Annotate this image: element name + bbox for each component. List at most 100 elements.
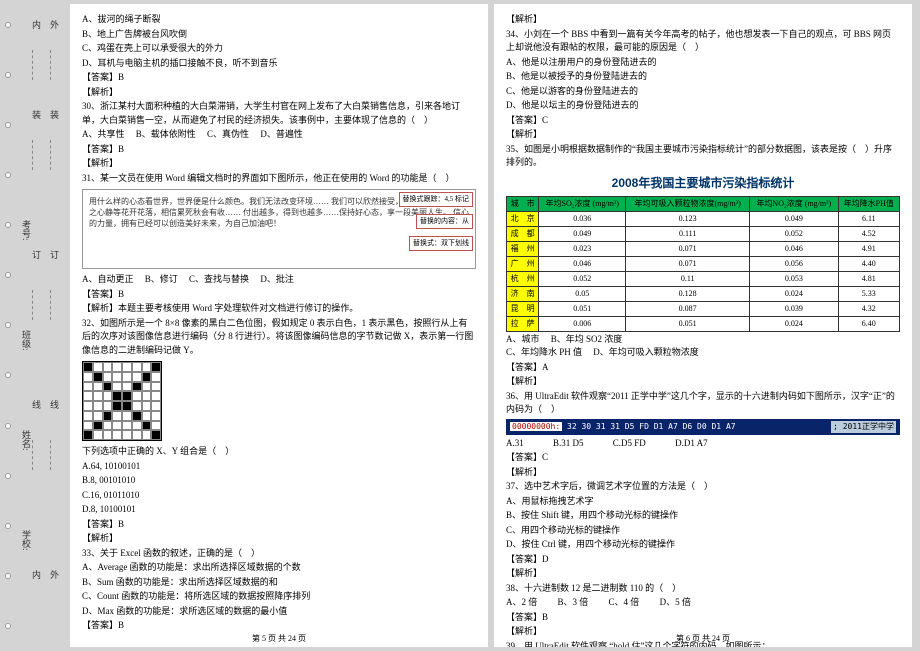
q36-stem: 36、用 UltraEdit 软件观察“2011 正学中学”这几个字，显示的十六… <box>506 390 900 417</box>
cell: 0.039 <box>750 301 839 316</box>
cell: 广 州 <box>507 256 539 271</box>
cell: 0.024 <box>750 316 839 331</box>
col-header: 年均可吸入颗粒物浓度(mg/m³) <box>626 196 750 211</box>
table-row: 昆 明0.0510.0870.0394.32 <box>507 301 900 316</box>
q29-opt-a: A、拔河的绳子断裂 <box>82 13 476 27</box>
q31-d: D、批注 <box>260 274 294 284</box>
q35-d: D、年均可吸入颗粒物浓度 <box>593 347 699 357</box>
q38-c: C、4 倍 <box>609 597 640 607</box>
margin-labels: 外 内 装 装 订 订 考号: 班级: 线 线 姓名: 学校: 外 内 <box>18 0 68 651</box>
table-row: 拉 萨0.0060.0510.0246.40 <box>507 316 900 331</box>
hex-viewer-36: 00000000h: 32 30 31 31 D5 FD D1 A7 D6 D0… <box>506 419 900 435</box>
q30-b: B、载体依附性 <box>136 129 196 139</box>
q35-c: C、年均降水 PH 值 <box>506 347 582 357</box>
q37-c: C、用四个移动光标的键操作 <box>506 524 900 538</box>
callout-3: 替换式：双下划线 <box>409 236 473 251</box>
q31-figure: 用什么样的心态看世界，世界便是什么颜色。我们无法改变环境…… 我们可以欣然接受，… <box>82 189 476 269</box>
q30-answer: 【答案】B <box>82 143 476 157</box>
q36-d: D.D1 A7 <box>675 438 708 448</box>
dash <box>50 440 51 470</box>
dash <box>50 50 51 80</box>
hole <box>5 122 11 128</box>
q29-answer: 【答案】B <box>82 71 476 85</box>
q35-b: B、年均 SO2 浓度 <box>551 334 623 344</box>
q32-stem: 32、如图所示是一个 8×8 像素的黑白二色位图，假如规定 0 表示白色，1 表… <box>82 317 476 358</box>
q29-explain: 【解析】 <box>82 86 476 100</box>
q38-answer: 【答案】B <box>506 611 900 625</box>
cell: 0.071 <box>626 241 750 256</box>
dash <box>50 290 51 320</box>
q30-a: A、共享性 <box>82 129 125 139</box>
hole <box>5 523 11 529</box>
q30-c: C、真伪性 <box>207 129 249 139</box>
cell: 0.052 <box>539 271 626 286</box>
q37-answer: 【答案】D <box>506 553 900 567</box>
cell: 5.33 <box>838 286 899 301</box>
q31-answer: 【答案】B <box>82 288 476 302</box>
q33-a: A、Average 函数的功能是：求出所选择区域数据的个数 <box>82 561 476 575</box>
cell: 0.024 <box>750 286 839 301</box>
q34-stem: 34、小刘在一个 BBS 中看到一篇有关今年高考的帖子，他也想发表一下自己的观点… <box>506 28 900 55</box>
cell: 0.053 <box>750 271 839 286</box>
workspace: 外 内 装 装 订 订 考号: 班级: 线 线 姓名: 学校: 外 内 A <box>0 0 920 651</box>
binding-gutter: 外 内 装 装 订 订 考号: 班级: 线 线 姓名: 学校: 外 内 <box>0 0 70 651</box>
q37-d: D、按住 Ctrl 键，用四个移动光标的键操作 <box>506 538 900 552</box>
q34-a: A、他是以注册用户的身份登陆进去的 <box>506 56 900 70</box>
q38-a: A、2 倍 <box>506 597 537 607</box>
cell: 0.046 <box>750 241 839 256</box>
cell: 4.32 <box>838 301 899 316</box>
zone-outer2: 外 <box>46 570 60 579</box>
hole <box>5 473 11 479</box>
q36-b: B.31 D5 <box>553 438 584 448</box>
q30-d: D、普遍性 <box>260 129 303 139</box>
q34-c: C、他是以游客的身份登陆进去的 <box>506 85 900 99</box>
q30-explain: 【解析】 <box>82 157 476 171</box>
cell: 0.123 <box>626 211 750 226</box>
zone-xian2: 线 <box>28 400 42 409</box>
label-school: 学校: <box>18 530 32 551</box>
q29-opt-d: D、耳机与电脑主机的插口接触不良，听不到音乐 <box>82 57 476 71</box>
label-banji: 班级: <box>18 330 32 351</box>
cell: 杭 州 <box>507 271 539 286</box>
hole <box>5 72 11 78</box>
q37-stem: 37、选中艺术字后，微调艺术字位置的方法是（ ） <box>506 480 900 494</box>
cell: 0.111 <box>626 226 750 241</box>
hole <box>5 272 11 278</box>
hole <box>5 172 11 178</box>
col-header: 年均NO₂浓度 (mg/m³) <box>750 196 839 211</box>
q37-explain: 【解析】 <box>506 567 900 581</box>
col-header: 城 市 <box>507 196 539 211</box>
table-row: 福 州0.0230.0710.0464.91 <box>507 241 900 256</box>
cell: 4.52 <box>838 226 899 241</box>
q31-stem: 31、某一文员在使用 Word 编辑文档时的界面如下图所示，他正在使用的 Wor… <box>82 172 476 186</box>
binding-holes <box>4 0 12 651</box>
q37-a: A、用鼠标拖拽艺术字 <box>506 495 900 509</box>
hole <box>5 372 11 378</box>
pixel-grid <box>82 361 162 441</box>
q29-opt-c: C、鸡蛋在壳上可以承受很大的外力 <box>82 42 476 56</box>
cell: 0.049 <box>750 211 839 226</box>
hex-bytes: 32 30 31 31 D5 FD D1 A7 D6 D0 D1 A7 <box>567 422 736 431</box>
dash <box>50 140 51 170</box>
cell: 0.046 <box>539 256 626 271</box>
page-5: A、拔河的绳子断裂 B、地上广告牌被台风吹倒 C、鸡蛋在壳上可以承受很大的外力 … <box>70 4 488 647</box>
q32-sub: 下列选项中正确的 X、Y 组合是（ ） <box>82 445 476 459</box>
q36-opts: A.31 B.31 D5 C.D5 FD D.D1 A7 <box>506 437 900 451</box>
q36-explain: 【解析】 <box>506 466 900 480</box>
q38-d: D、5 倍 <box>660 597 691 607</box>
q35-explain: 【解析】 <box>506 375 900 389</box>
label-name: 姓名: <box>18 430 32 451</box>
q32-c: C.16, 01011010 <box>82 489 476 503</box>
q37-b: B、按住 Shift 键，用四个移动光标的键操作 <box>506 509 900 523</box>
page-6: 【解析】 34、小刘在一个 BBS 中看到一篇有关今年高考的帖子，他也想发表一下… <box>494 4 912 647</box>
q36-answer: 【答案】C <box>506 451 900 465</box>
cell: 成 都 <box>507 226 539 241</box>
cell: 0.052 <box>750 226 839 241</box>
dash <box>32 50 33 80</box>
zone-inner2: 内 <box>28 570 42 579</box>
cell: 0.05 <box>539 286 626 301</box>
q38-stem: 38、十六进制数 12 是二进制数 110 的（ ） <box>506 582 900 596</box>
q33-explain: 【解析】 <box>506 13 900 27</box>
pages: A、拔河的绳子断裂 B、地上广告牌被台风吹倒 C、鸡蛋在壳上可以承受很大的外力 … <box>70 0 920 651</box>
page6-footer: 第 6 页 共 24 页 <box>494 633 912 645</box>
